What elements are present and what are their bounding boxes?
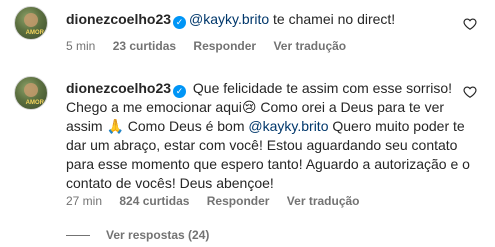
comment-meta: 5 min 23 curtidas Responder Ver tradução bbox=[66, 39, 360, 53]
verified-badge-icon: ✓ bbox=[173, 85, 187, 98]
translate-button[interactable]: Ver tradução bbox=[287, 194, 360, 208]
comment-text: dionezcoelho23 ✓ Que felicidade te assim … bbox=[66, 79, 479, 193]
view-replies-label: Ver respostas (24) bbox=[106, 228, 210, 242]
likes-count[interactable]: 23 curtidas bbox=[113, 39, 176, 53]
verified-badge-icon: ✓ bbox=[173, 16, 187, 29]
timestamp: 27 min bbox=[66, 194, 103, 208]
mention-link[interactable]: @kayky.brito bbox=[248, 118, 328, 134]
mention-link[interactable]: @kayky.brito bbox=[189, 11, 269, 27]
likes-count[interactable]: 824 curtidas bbox=[119, 194, 189, 208]
replies-divider bbox=[66, 235, 90, 237]
username[interactable]: dionezcoelho23 bbox=[66, 11, 171, 27]
avatar[interactable]: AMOR bbox=[14, 76, 48, 110]
comment-body: te chamei no direct! bbox=[269, 11, 396, 27]
heart-icon[interactable] bbox=[463, 17, 477, 31]
comment-body-3: Como Deus é bom bbox=[123, 118, 249, 134]
translate-button[interactable]: Ver tradução bbox=[273, 39, 346, 53]
praying-hands-emoji: 🙏 bbox=[106, 118, 124, 134]
avatar[interactable]: AMOR bbox=[14, 6, 48, 40]
crying-emoji: 😢 bbox=[241, 99, 257, 115]
reply-button[interactable]: Responder bbox=[207, 194, 270, 208]
comment-text: dionezcoelho23 ✓ @kayky.brito te chamei no… bbox=[66, 10, 479, 29]
avatar-tag: AMOR bbox=[25, 30, 44, 36]
reply-button[interactable]: Responder bbox=[193, 39, 256, 53]
heart-icon[interactable] bbox=[463, 85, 477, 99]
timestamp: 5 min bbox=[66, 39, 96, 53]
view-replies-button[interactable]: Ver respostas (24) bbox=[66, 228, 209, 242]
username[interactable]: dionezcoelho23 bbox=[66, 80, 171, 96]
comment-meta: 27 min 824 curtidas Responder Ver traduç… bbox=[66, 194, 374, 208]
avatar-tag: AMOR bbox=[25, 100, 44, 106]
